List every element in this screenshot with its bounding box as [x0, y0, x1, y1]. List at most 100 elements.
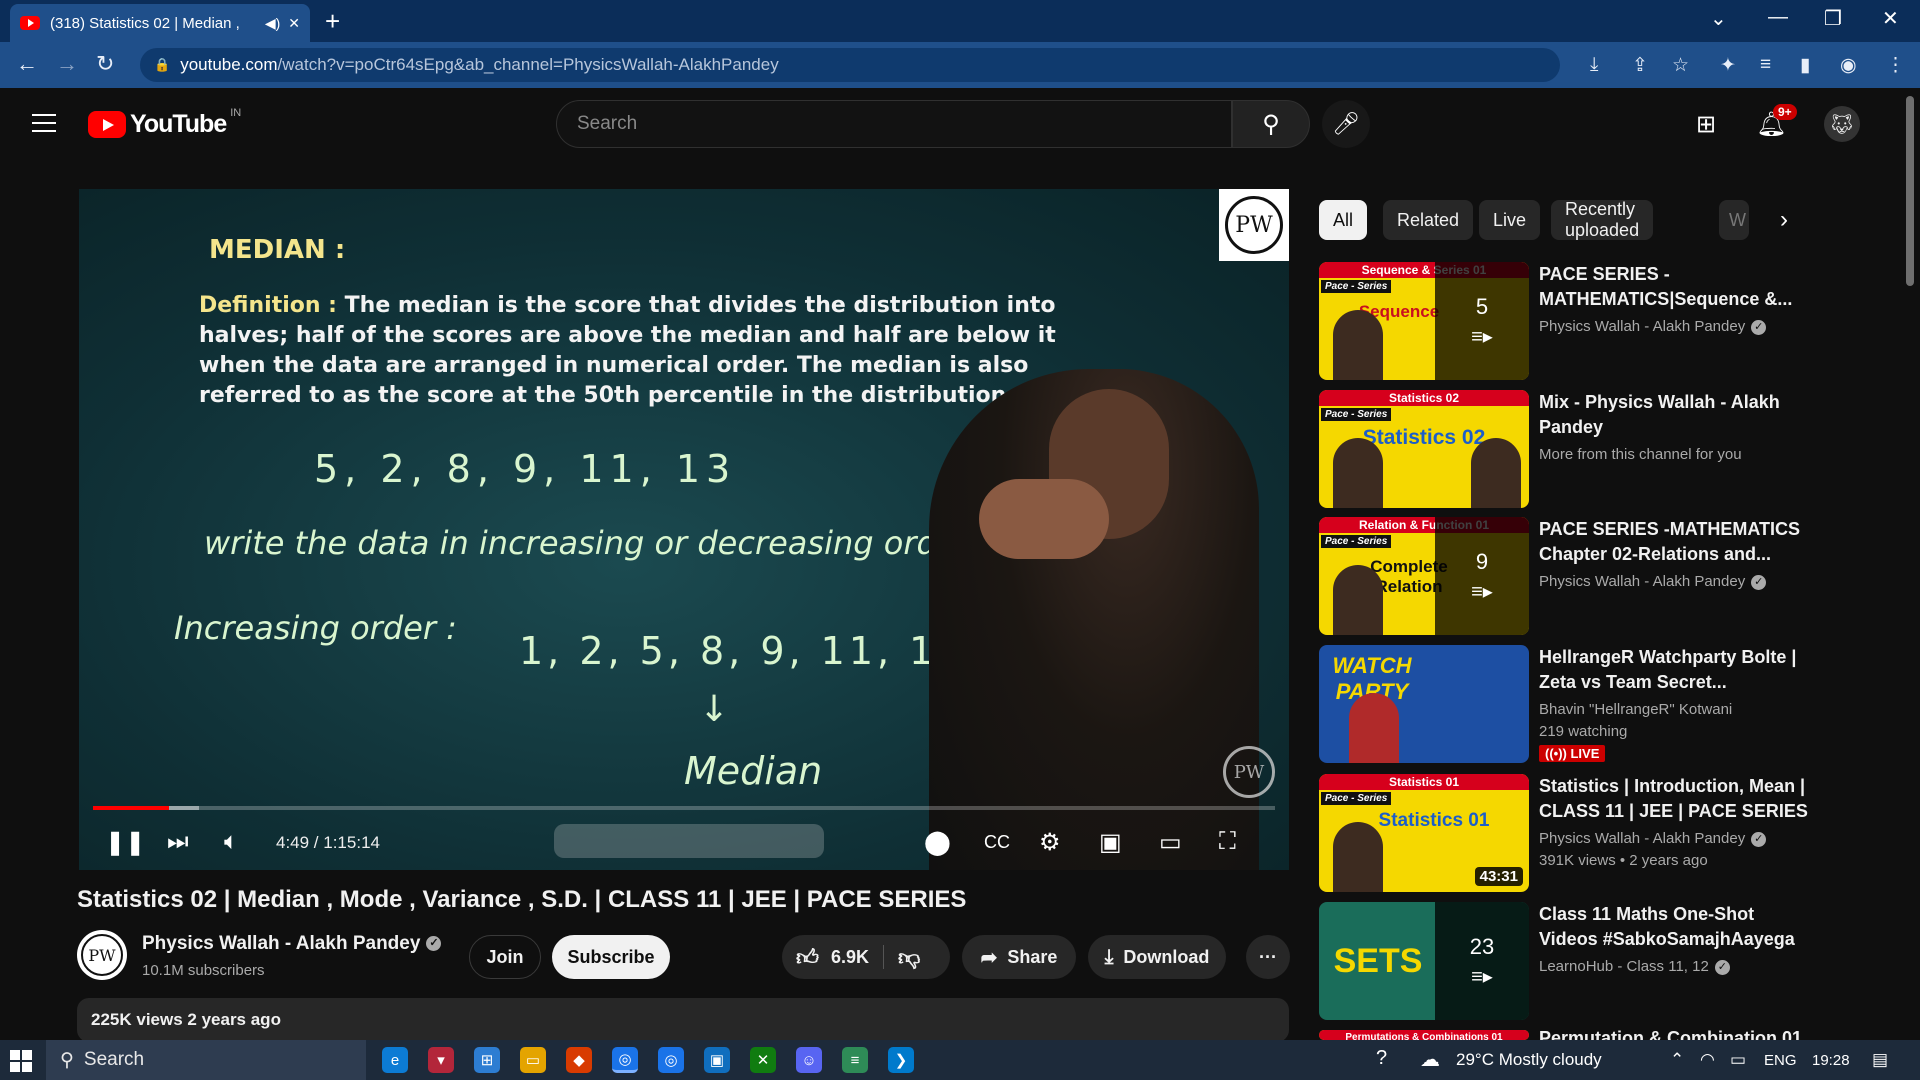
video-thumbnail[interactable]: Relation & Function 01 Pace - Series Com…	[1319, 517, 1529, 635]
wifi-icon[interactable]: ◠	[1700, 1050, 1715, 1070]
bookmark-star-icon[interactable]: ☆	[1672, 54, 1689, 77]
windows-start-icon[interactable]	[10, 1050, 32, 1072]
chip-all[interactable]: All	[1319, 200, 1368, 240]
pdf-app-icon[interactable]: ▾	[428, 1047, 454, 1073]
create-video-icon[interactable]: ⊞	[1696, 110, 1716, 139]
address-bar[interactable]: 🔒 youtube.com/watch?v=poCtr64sEpg&ab_cha…	[140, 48, 1560, 82]
xbox-icon[interactable]: ✕	[750, 1047, 776, 1073]
rec-channel[interactable]: Physics Wallah - Alakh Pandey	[1539, 318, 1745, 335]
search-input[interactable]: Search	[556, 100, 1232, 148]
video-thumbnail[interactable]: Statistics 02 Pace - Series Statistics 0…	[1319, 390, 1529, 508]
back-arrow-icon[interactable]: ←	[16, 51, 38, 77]
video-thumbnail[interactable]: Sequence & Series 01 Pace - Series Seque…	[1319, 262, 1529, 380]
pause-icon[interactable]: ❚❚	[105, 828, 145, 857]
rec-channel[interactable]: Bhavin "HellrangeR" Kotwani	[1539, 699, 1732, 721]
notifications-center-icon[interactable]: ▤	[1872, 1050, 1888, 1070]
rec-channel[interactable]: LearnoHub - Class 11, 12	[1539, 958, 1709, 975]
share-page-icon[interactable]: ⇪	[1632, 54, 1648, 77]
chrome-icon[interactable]: ◎	[612, 1047, 638, 1073]
store-icon[interactable]: ⊞	[474, 1047, 500, 1073]
thumbs-down-icon[interactable]: 👎︎	[898, 944, 920, 971]
minimize-button[interactable]: —	[1768, 6, 1788, 29]
settings-gear-icon[interactable]: ⚙	[1039, 828, 1061, 857]
stack-app-icon[interactable]: ≡	[842, 1047, 868, 1073]
rec-channel[interactable]: Physics Wallah - Alakh Pandey	[1539, 830, 1745, 847]
video-progress-bar[interactable]	[93, 806, 1275, 810]
speaker-icon[interactable]: ◀)	[265, 15, 280, 32]
chip-live[interactable]: Live	[1479, 200, 1541, 240]
chip-recently-uploaded[interactable]: Recently uploaded	[1551, 199, 1654, 240]
video-thumbnail[interactable]: WATCH PARTY	[1319, 645, 1529, 763]
weather-text[interactable]: 29°C Mostly cloudy	[1456, 1050, 1602, 1070]
vscode-icon[interactable]: ❯	[888, 1047, 914, 1073]
recommendation-item[interactable]: SETS 23 ≡▸ Class 11 Maths One-Shot Video…	[1319, 902, 1899, 1020]
rec-title[interactable]: PACE SERIES - MATHEMATICS|Sequence &...	[1539, 262, 1809, 312]
description-box[interactable]: 225K views 2 years ago	[77, 998, 1289, 1042]
forward-arrow-icon[interactable]: →	[56, 51, 78, 77]
help-icon[interactable]: ?	[1376, 1047, 1387, 1070]
rec-title[interactable]: Mix - Physics Wallah - Alakh Pandey	[1539, 390, 1809, 440]
rec-title[interactable]: Class 11 Maths One-Shot Videos #SabkoSam…	[1539, 902, 1809, 952]
git-app-icon[interactable]: ◆	[566, 1047, 592, 1073]
rec-channel[interactable]: More from this channel for you	[1539, 444, 1742, 466]
profile-avatar-icon[interactable]: ◉	[1840, 54, 1857, 77]
close-window-button[interactable]: ✕	[1882, 6, 1899, 31]
youtube-logo[interactable]: YouTube IN	[88, 107, 241, 139]
rec-title[interactable]: Permutation & Combination 01 |	[1539, 1030, 1809, 1040]
rec-title[interactable]: PACE SERIES -MATHEMATICS Chapter 02-Rela…	[1539, 517, 1809, 567]
teams-icon[interactable]: ▣	[704, 1047, 730, 1073]
video-thumbnail[interactable]: Permutations & Combinations 01	[1319, 1030, 1529, 1040]
search-button[interactable]: ⚲	[1232, 100, 1310, 148]
new-tab-button[interactable]: +	[325, 6, 340, 37]
recommendation-item[interactable]: Permutations & Combinations 01 Permutati…	[1319, 1030, 1899, 1040]
recommendation-item[interactable]: Statistics 02 Pace - Series Statistics 0…	[1319, 390, 1899, 508]
page-scrollbar[interactable]	[1906, 96, 1914, 286]
volume-icon[interactable]: 🔈︎	[224, 828, 238, 856]
taskbar-search[interactable]: ⚲ Search	[46, 1040, 366, 1080]
file-explorer-icon[interactable]: ▭	[520, 1047, 546, 1073]
media-control-icon[interactable]: ≡	[1760, 54, 1771, 76]
autoplay-toggle[interactable]: ⬤	[924, 828, 951, 857]
subscribe-button[interactable]: Subscribe	[552, 935, 670, 979]
subtitles-cc-icon[interactable]: CC	[984, 832, 1010, 853]
channel-name-row[interactable]: Physics Wallah - Alakh Pandey ✓	[142, 933, 442, 955]
rec-title[interactable]: HellrangeR Watchparty Bolte | Zeta vs Te…	[1539, 645, 1809, 695]
voice-search-button[interactable]: 🎤︎	[1322, 100, 1370, 148]
share-button[interactable]: ➦ Share	[962, 935, 1076, 979]
join-button[interactable]: Join	[469, 935, 541, 979]
recommendation-item[interactable]: Statistics 01 Pace - Series Statistics 0…	[1319, 774, 1899, 892]
more-actions-button[interactable]: ···	[1246, 935, 1290, 979]
like-button[interactable]: 👍︎ 6.9K	[796, 944, 869, 971]
channel-name[interactable]: Physics Wallah - Alakh Pandey	[142, 933, 420, 954]
chips-next-arrow-icon[interactable]: ›	[1780, 206, 1788, 234]
hamburger-menu-icon[interactable]	[32, 114, 56, 138]
clock[interactable]: 19:28	[1812, 1052, 1850, 1069]
language-indicator[interactable]: ENG	[1764, 1052, 1797, 1069]
browser-tab-active[interactable]: (318) Statistics 02 | Median , ◀) ✕	[10, 4, 310, 42]
close-tab-icon[interactable]: ✕	[288, 15, 300, 32]
reload-icon[interactable]: ↻	[96, 51, 114, 77]
install-app-icon[interactable]: ⤓	[1590, 54, 1598, 76]
download-button[interactable]: ⤓ Download	[1088, 935, 1226, 979]
chip-related[interactable]: Related	[1383, 200, 1474, 240]
restore-button[interactable]: ❐	[1824, 6, 1842, 31]
theater-mode-icon[interactable]: ▭	[1159, 828, 1182, 857]
rec-title[interactable]: Statistics | Introduction, Mean | CLASS …	[1539, 774, 1809, 824]
rec-channel[interactable]: Physics Wallah - Alakh Pandey	[1539, 573, 1745, 590]
next-video-icon[interactable]: ⏭︎	[167, 828, 189, 856]
browser-menu-icon[interactable]: ⋮	[1886, 54, 1905, 77]
extensions-puzzle-icon[interactable]: ✦	[1720, 54, 1736, 77]
recommendation-item[interactable]: Relation & Function 01 Pace - Series Com…	[1319, 517, 1899, 635]
discord-icon[interactable]: ☺	[796, 1047, 822, 1073]
fullscreen-icon[interactable]: ⛶	[1219, 828, 1236, 856]
recommendation-item[interactable]: WATCH PARTY HellrangeR Watchparty Bolte …	[1319, 645, 1899, 763]
channel-avatar[interactable]: PW	[77, 930, 127, 980]
side-panel-icon[interactable]: ▮	[1800, 54, 1810, 77]
video-thumbnail[interactable]: Statistics 01 Pace - Series Statistics 0…	[1319, 774, 1529, 892]
tab-search-icon[interactable]: ⌄	[1710, 6, 1727, 31]
miniplayer-icon[interactable]: ▣	[1099, 828, 1122, 857]
show-hidden-icons[interactable]: ⌃	[1670, 1050, 1684, 1070]
battery-icon[interactable]: ▭	[1730, 1050, 1746, 1070]
video-player[interactable]: MEDIAN : Definition : The median is the …	[79, 189, 1289, 870]
account-avatar[interactable]: 🐺︎	[1824, 106, 1860, 142]
